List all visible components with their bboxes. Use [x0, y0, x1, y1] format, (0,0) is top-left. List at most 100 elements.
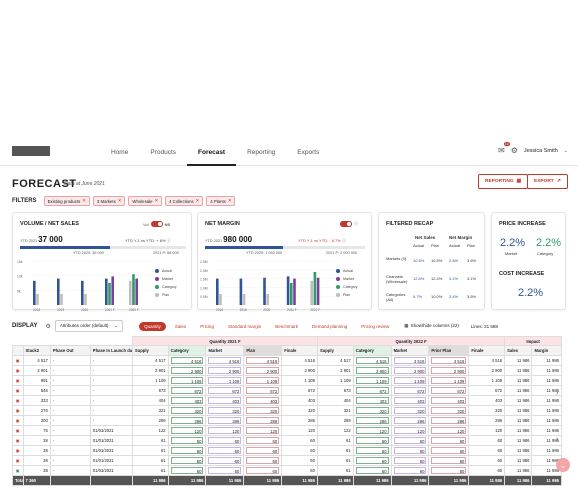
pill-demand-planning[interactable]: Demand planning	[307, 322, 352, 331]
cell-value[interactable]: 60	[355, 437, 389, 444]
cell-value[interactable]: 286	[208, 417, 242, 424]
reporting-button[interactable]: REPORTING ▦	[478, 174, 529, 189]
market-cell[interactable]: 403	[390, 395, 430, 406]
cell-value[interactable]: 60	[355, 467, 389, 474]
market-cell[interactable]: 1 109	[390, 375, 430, 386]
lock-icon[interactable]: ▣	[12, 425, 24, 436]
table-row[interactable]: ▣ 38-01/01/2021 61 60 60 60 60 61 60 60 60 60 11 986…	[12, 465, 562, 476]
nav-exports[interactable]: Exports	[286, 140, 330, 166]
cell-value[interactable]: 1 109	[431, 377, 467, 384]
lock-icon[interactable]: ▣	[12, 355, 24, 366]
lock-icon[interactable]: ▣	[12, 385, 24, 396]
cell-value[interactable]: 120	[170, 427, 204, 434]
category-cell[interactable]: 1 109	[167, 375, 207, 386]
col-header[interactable]: Market	[205, 345, 245, 356]
cell-value[interactable]: 320	[208, 407, 242, 414]
market-cell[interactable]: 2 900	[390, 365, 430, 376]
table-row[interactable]: ▣ 991- -1 109 1 109 1 109 1 109 1 109 1 109 1 10…	[12, 375, 562, 386]
chevron-right-icon[interactable]: ›	[556, 436, 558, 443]
plan-cell[interactable]: 120	[243, 425, 283, 436]
close-icon[interactable]: ✕	[196, 198, 200, 204]
pill-sales[interactable]: Sales	[170, 322, 191, 331]
close-icon[interactable]: ✕	[154, 198, 158, 204]
cell-value[interactable]: 286	[355, 417, 389, 424]
category-cell[interactable]: 2 900	[352, 365, 392, 376]
cell-value[interactable]: 286	[246, 417, 280, 424]
prior-plan-cell[interactable]: 60	[428, 435, 470, 446]
pill-pricing[interactable]: Pricing	[195, 322, 219, 331]
market-cell[interactable]: 286	[205, 415, 245, 426]
col-header[interactable]	[12, 345, 24, 356]
cell-value[interactable]: 403	[393, 397, 427, 404]
cell-value[interactable]: 4 516	[246, 357, 280, 364]
cell-value[interactable]: 60	[208, 467, 242, 474]
market-cell[interactable]: 60	[205, 445, 245, 456]
cell-value[interactable]: 60	[431, 467, 467, 474]
cell-value[interactable]: 60	[393, 457, 427, 464]
plan-cell[interactable]: 403	[243, 395, 283, 406]
prior-plan-cell[interactable]: 60	[428, 465, 470, 476]
cell-value[interactable]: 60	[208, 437, 242, 444]
cell-value[interactable]: 2 900	[208, 367, 242, 374]
close-icon[interactable]: ✕	[118, 198, 122, 204]
cell-value[interactable]: 2 900	[431, 367, 467, 374]
cell-value[interactable]: 320	[246, 407, 280, 414]
show-hide-columns[interactable]: ▦ Show/hide columns (22)	[404, 323, 459, 329]
plan-cell[interactable]: 4 516	[243, 355, 283, 366]
cell-value[interactable]: 60	[246, 447, 280, 454]
cell-value[interactable]: 120	[393, 427, 427, 434]
lock-icon[interactable]: ▣	[12, 435, 24, 446]
category-cell[interactable]: 1 109	[352, 375, 392, 386]
nav-reporting[interactable]: Reporting	[236, 140, 286, 166]
market-cell[interactable]: 120	[205, 425, 245, 436]
cell-value[interactable]: 672	[393, 387, 427, 394]
col-header[interactable]: Finale	[281, 345, 318, 356]
plan-cell[interactable]: 60	[243, 445, 283, 456]
cell-value[interactable]: 60	[170, 437, 204, 444]
col-header[interactable]: Finale	[468, 345, 506, 356]
lock-icon[interactable]: ▣	[12, 365, 24, 376]
cell-value[interactable]: 60	[170, 447, 204, 454]
toggle-switch[interactable]	[150, 221, 163, 227]
cell-value[interactable]: 2 900	[355, 367, 389, 374]
pill-pricing-review[interactable]: Pricing review	[356, 322, 394, 331]
col-header[interactable]: Phase In Launch date	[89, 345, 133, 356]
cell-value[interactable]: 60	[355, 457, 389, 464]
chevron-down-icon[interactable]: ⌄	[564, 148, 568, 154]
cell-value[interactable]: 403	[355, 397, 389, 404]
cell-value[interactable]: 60	[208, 457, 242, 464]
col-header[interactable]: Sales	[504, 345, 533, 356]
close-icon[interactable]: ✕	[228, 198, 232, 204]
category-cell[interactable]: 2 900	[167, 365, 207, 376]
cell-value[interactable]: 120	[431, 427, 467, 434]
vol-ns-toggle[interactable]: Vol NS	[143, 221, 170, 227]
cell-value[interactable]: 60	[246, 437, 280, 444]
category-cell[interactable]: 403	[352, 395, 392, 406]
plan-cell[interactable]: 60	[243, 465, 283, 476]
category-cell[interactable]: 672	[167, 385, 207, 396]
pill-quantity[interactable]: Quantity	[139, 321, 166, 331]
col-header[interactable]: Category	[167, 345, 207, 356]
cell-value[interactable]: 60	[431, 457, 467, 464]
cell-value[interactable]: 1 109	[393, 377, 427, 384]
col-header[interactable]: Margin	[531, 345, 562, 356]
cell-value[interactable]: 403	[246, 397, 280, 404]
cell-value[interactable]: 60	[431, 437, 467, 444]
cell-value[interactable]: 4 516	[393, 357, 427, 364]
market-cell[interactable]: 286	[390, 415, 430, 426]
plan-cell[interactable]: 1 109	[243, 375, 283, 386]
cell-value[interactable]: 60	[393, 447, 427, 454]
cell-value[interactable]: 60	[170, 457, 204, 464]
close-icon[interactable]: ✕	[82, 198, 86, 204]
cell-value[interactable]: 286	[170, 417, 204, 424]
category-cell[interactable]: 60	[167, 445, 207, 456]
category-cell[interactable]: 120	[167, 425, 207, 436]
cell-value[interactable]: 320	[393, 407, 427, 414]
cell-value[interactable]: 672	[208, 387, 242, 394]
cell-value[interactable]: 60	[393, 467, 427, 474]
lock-icon[interactable]: ▣	[12, 455, 24, 466]
market-cell[interactable]: 4 516	[205, 355, 245, 366]
chat-icon[interactable]: ✉ 10	[498, 142, 510, 155]
cell-value[interactable]: 672	[246, 387, 280, 394]
market-cell[interactable]: 60	[390, 455, 430, 466]
